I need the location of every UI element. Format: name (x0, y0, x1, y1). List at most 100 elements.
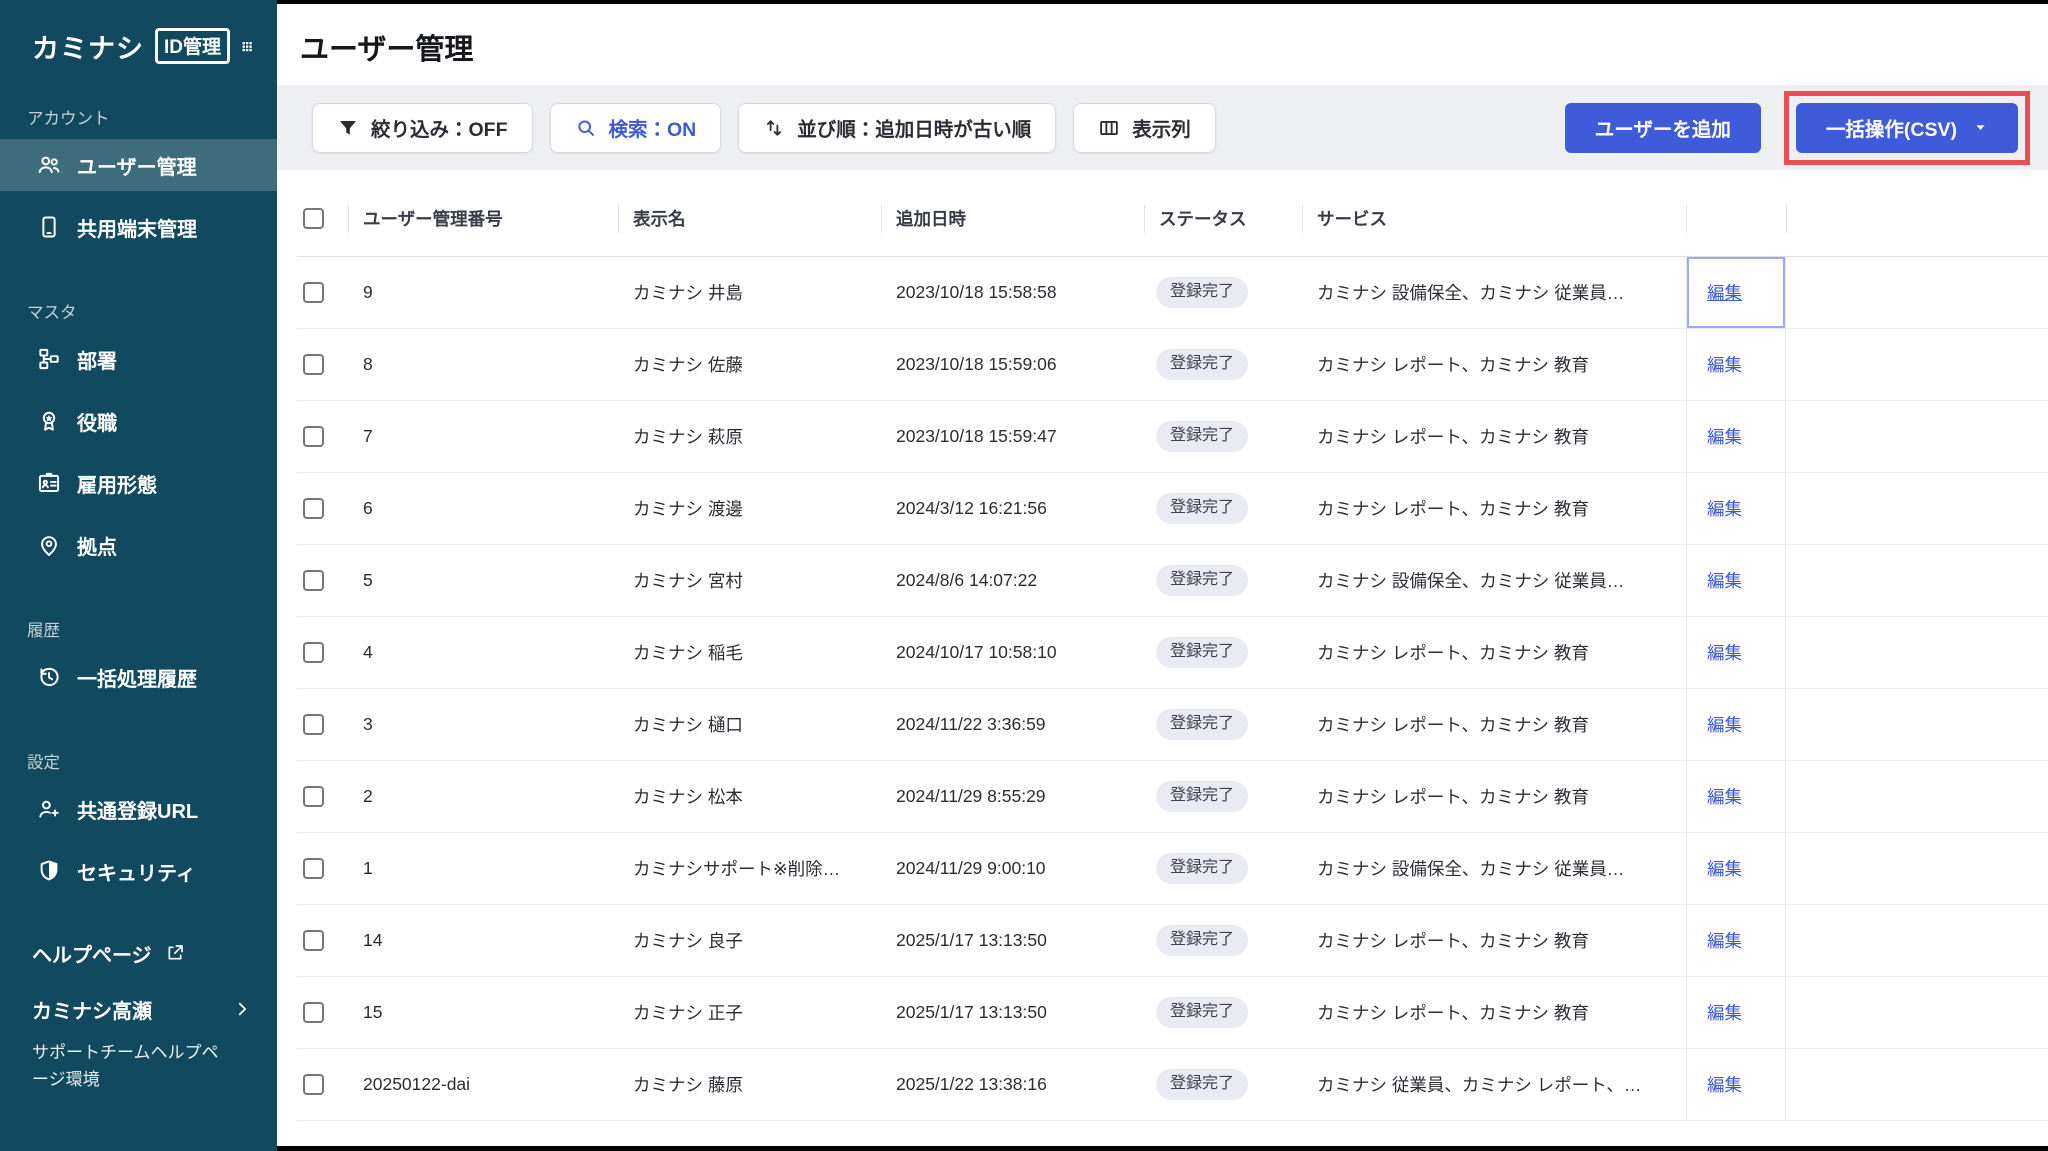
status-badge: 登録完了 (1156, 853, 1249, 884)
cell-services: カミナシ 設備保全、カミナシ 従業員… (1317, 283, 1625, 303)
status-badge: 登録完了 (1156, 1069, 1249, 1100)
sidebar-item-location[interactable]: 拠点 (0, 519, 277, 571)
row-checkbox[interactable] (303, 354, 324, 375)
add-user-button[interactable]: ユーザーを追加 (1564, 102, 1761, 153)
column-header-display-name: 表示名 (618, 181, 881, 256)
table-row: 9 カミナシ 井島 2023/10/18 15:58:58 登録完了 カミナシ … (297, 257, 2048, 329)
table-row: 20250122-dai カミナシ 藤原 2025/1/22 13:38:16 … (297, 1049, 2048, 1121)
id-card-icon (36, 470, 62, 496)
filter-button[interactable]: 絞り込み：OFF (312, 102, 533, 153)
column-header-filler (1786, 181, 2048, 256)
edit-link[interactable]: 編集 (1707, 568, 1742, 593)
edit-link[interactable]: 編集 (1707, 280, 1742, 305)
sidebar-item-bulk-process-history[interactable]: 一括処理履歴 (0, 651, 277, 703)
brand-logo: カミナシ (32, 33, 144, 64)
cell-user-id: 5 (363, 570, 373, 590)
help-page-label: ヘルプページ (32, 944, 152, 967)
cell-filler (1786, 401, 2048, 472)
row-checkbox[interactable] (303, 282, 324, 303)
cell-user-id: 3 (363, 714, 373, 734)
row-checkbox[interactable] (303, 714, 324, 735)
sort-button-label: 並び順：追加日時が古い順 (797, 119, 1032, 141)
cell-user-id: 15 (363, 1002, 383, 1022)
brand-badge: ID管理 (155, 28, 231, 64)
edit-link[interactable]: 編集 (1707, 1000, 1742, 1025)
columns-button[interactable]: 表示列 (1073, 102, 1216, 153)
edit-link[interactable]: 編集 (1707, 928, 1742, 953)
table-row: 5 カミナシ 宮村 2024/8/6 14:07:22 登録完了 カミナシ 設備… (297, 545, 2048, 617)
filter-icon (337, 117, 359, 139)
sort-button[interactable]: 並び順：追加日時が古い順 (738, 102, 1057, 153)
cell-display-name: カミナシ 樋口 (633, 715, 743, 735)
cell-filler (1786, 257, 2048, 328)
columns-button-label: 表示列 (1132, 119, 1191, 141)
sidebar-section: 履歴 一括処理履歴 (0, 617, 277, 703)
cell-display-name: カミナシ 藤原 (633, 1075, 743, 1095)
row-checkbox[interactable] (303, 786, 324, 807)
cell-services: カミナシ 従業員、カミナシ レポート、… (1317, 1075, 1642, 1095)
cell-user-id: 7 (363, 426, 373, 446)
cell-added-datetime: 2025/1/17 13:13:50 (896, 930, 1047, 950)
column-header-services: サービス (1302, 181, 1686, 256)
cell-user-id: 14 (363, 930, 383, 950)
row-checkbox[interactable] (303, 1002, 324, 1023)
row-checkbox[interactable] (303, 1074, 324, 1095)
search-button-label: 検索：ON (608, 119, 697, 141)
status-badge: 登録完了 (1156, 493, 1249, 524)
cell-services: カミナシ レポート、カミナシ 教育 (1317, 787, 1589, 807)
table-row: 15 カミナシ 正子 2025/1/17 13:13:50 登録完了 カミナシ … (297, 977, 2048, 1049)
status-badge: 登録完了 (1156, 637, 1249, 668)
cell-added-datetime: 2024/11/22 3:36:59 (896, 714, 1046, 734)
cell-services: カミナシ レポート、カミナシ 教育 (1317, 499, 1589, 519)
table-row: 6 カミナシ 渡邊 2024/3/12 16:21:56 登録完了 カミナシ レ… (297, 473, 2048, 545)
cell-added-datetime: 2024/3/12 16:21:56 (896, 498, 1047, 518)
row-checkbox[interactable] (303, 498, 324, 519)
bulk-action-csv-button[interactable]: 一括操作(CSV) (1795, 102, 2018, 153)
edit-link[interactable]: 編集 (1707, 784, 1742, 809)
search-icon (575, 117, 597, 139)
edit-link[interactable]: 編集 (1707, 496, 1742, 521)
edit-link[interactable]: 編集 (1707, 712, 1742, 737)
cell-display-name: カミナシ 渡邊 (633, 499, 743, 519)
edit-link[interactable]: 編集 (1707, 640, 1742, 665)
cell-added-datetime: 2025/1/17 13:13:50 (896, 1002, 1047, 1022)
bulk-action-csv-label: 一括操作(CSV) (1825, 119, 1957, 141)
table-row: 1 カミナシサポート※削除… 2024/11/29 9:00:10 登録完了 カ… (297, 833, 2048, 905)
row-checkbox[interactable] (303, 858, 324, 879)
row-checkbox[interactable] (303, 426, 324, 447)
row-checkbox[interactable] (303, 930, 324, 951)
org-chart-icon (36, 346, 62, 372)
table-row: 3 カミナシ 樋口 2024/11/22 3:36:59 登録完了 カミナシ レ… (297, 689, 2048, 761)
edit-link[interactable]: 編集 (1707, 424, 1742, 449)
cell-added-datetime: 2024/11/29 8:55:29 (896, 786, 1046, 806)
cell-added-datetime: 2023/10/18 15:59:06 (896, 354, 1057, 374)
user-add-icon (36, 796, 62, 822)
app-root: カミナシ ID管理 アカウント ユーザー管理 共用端末管理 マスタ 部署 役職 … (0, 0, 2048, 1151)
cell-user-id: 1 (363, 858, 373, 878)
edit-link[interactable]: 編集 (1707, 856, 1742, 881)
row-checkbox[interactable] (303, 642, 324, 663)
row-checkbox[interactable] (303, 570, 324, 591)
edit-link[interactable]: 編集 (1707, 352, 1742, 377)
apps-grid-icon[interactable] (241, 33, 253, 60)
cell-added-datetime: 2025/1/22 13:38:16 (896, 1074, 1047, 1094)
sidebar-item-shared-device-management[interactable]: 共用端末管理 (0, 201, 277, 253)
sidebar-item-common-registration-url[interactable]: 共通登録URL (0, 783, 277, 835)
select-all-checkbox[interactable] (303, 208, 324, 229)
cell-display-name: カミナシ 宮村 (633, 571, 743, 591)
search-button[interactable]: 検索：ON (549, 102, 722, 153)
sidebar-item-position[interactable]: 役職 (0, 395, 277, 447)
cell-services: カミナシ レポート、カミナシ 教育 (1317, 355, 1589, 375)
sidebar-item-security[interactable]: セキュリティ (0, 845, 277, 897)
cell-filler (1786, 545, 2048, 616)
sidebar-section-label: マスタ (27, 304, 77, 322)
help-page-link[interactable]: ヘルプページ (32, 939, 251, 968)
sidebar-item-user-management[interactable]: ユーザー管理 (0, 139, 277, 191)
sidebar-item-employment-type[interactable]: 雇用形態 (0, 457, 277, 509)
cell-user-id: 20250122-dai (363, 1074, 471, 1094)
account-menu[interactable]: カミナシ高瀬 (32, 995, 251, 1024)
history-icon (36, 664, 62, 690)
edit-link[interactable]: 編集 (1707, 1072, 1742, 1097)
sidebar-item-department[interactable]: 部署 (0, 333, 277, 385)
caret-down-icon (1973, 120, 1988, 135)
